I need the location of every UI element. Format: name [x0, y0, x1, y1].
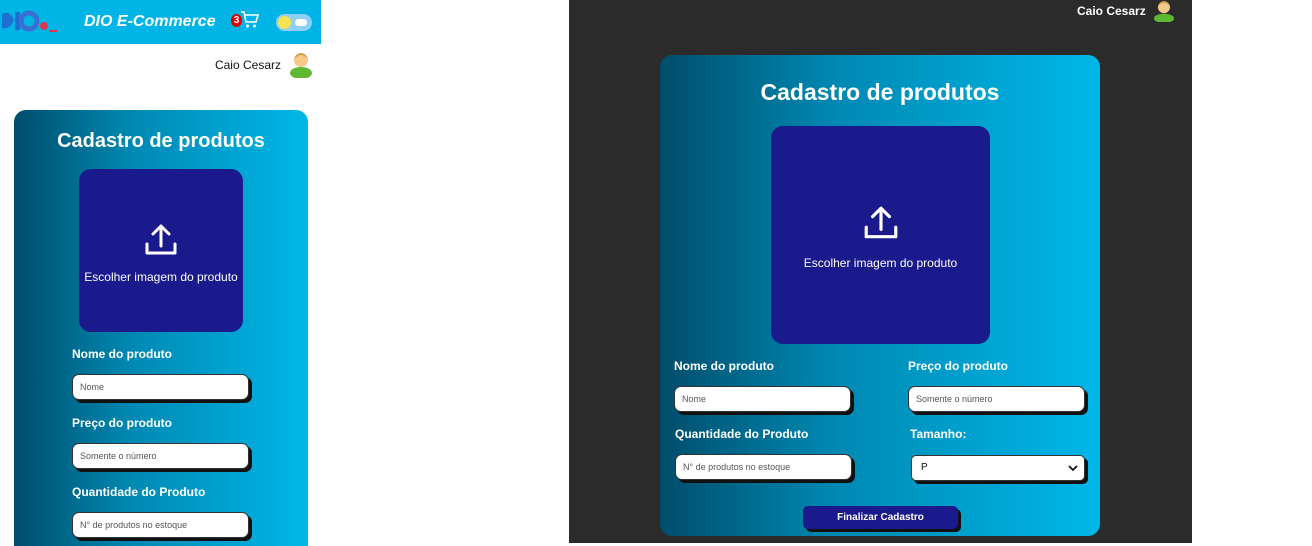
image-upload-button[interactable]: Escolher imagem do produto [771, 126, 990, 344]
upload-icon [145, 224, 177, 255]
mobile-view: DIO E-Commerce 3 Caio Cesarz Cadastro de… [0, 0, 321, 546]
user-name[interactable]: Caio Cesarz [1077, 4, 1146, 18]
price-input[interactable]: Somente o número [908, 386, 1085, 412]
name-input[interactable]: Nome [674, 386, 851, 412]
image-upload-button[interactable]: Escolher imagem do produto [79, 169, 243, 332]
cloud-icon [295, 19, 307, 26]
name-input[interactable]: Nome [72, 374, 249, 400]
product-form-card: Cadastro de produtos Escolher imagem do … [660, 55, 1100, 536]
brand-title[interactable]: DIO E-Commerce [84, 13, 216, 31]
upload-icon [864, 206, 898, 239]
submit-button[interactable]: Finalizar Cadastro [803, 506, 958, 529]
size-select[interactable]: P [911, 455, 1085, 481]
user-avatar-icon[interactable] [288, 50, 314, 78]
user-avatar-icon[interactable] [1152, 0, 1176, 22]
size-select-value: P [921, 462, 928, 473]
name-label: Nome do produto [674, 359, 774, 373]
size-label: Tamanho: [910, 427, 967, 441]
theme-toggle[interactable] [276, 14, 312, 31]
chevron-down-icon [1068, 465, 1078, 472]
name-label: Nome do produto [72, 347, 172, 361]
product-form-card: Cadastro de produtos Escolher imagem do … [14, 110, 308, 546]
desktop-view: Caio Cesarz Cadastro de produtos Escolhe… [569, 0, 1192, 543]
dio-logo-icon[interactable] [0, 6, 60, 36]
header-bar: DIO E-Commerce 3 [0, 0, 321, 44]
price-label: Preço do produto [908, 359, 1008, 373]
price-label: Preço do produto [72, 416, 172, 430]
upload-label: Escolher imagem do produto [803, 256, 958, 270]
price-input[interactable]: Somente o número [72, 443, 249, 469]
sun-icon [278, 16, 291, 29]
upload-label: Escolher imagem do produto [84, 270, 238, 284]
form-title: Cadastro de produtos [760, 79, 1000, 105]
form-title: Cadastro de produtos [57, 130, 265, 152]
quantity-label: Quantidade do Produto [675, 427, 809, 441]
quantity-label: Quantidade do Produto [72, 485, 206, 499]
quantity-input[interactable]: N° de produtos no estoque [675, 454, 852, 480]
user-name[interactable]: Caio Cesarz [215, 58, 281, 72]
quantity-input[interactable]: N° de produtos no estoque [72, 512, 249, 538]
cart-icon[interactable] [240, 10, 260, 30]
